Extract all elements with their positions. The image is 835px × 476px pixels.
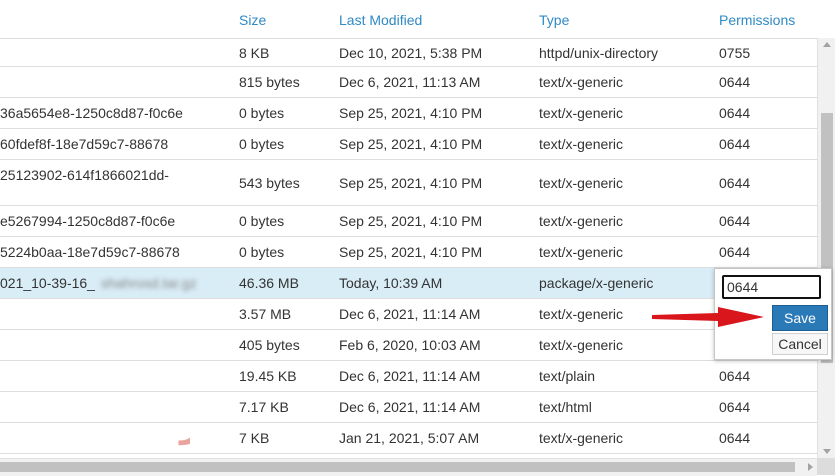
file-size: 8 KB [239,44,270,61]
table-row[interactable]: 25123902-614f1866021dd- 543 bytes Sep 25… [0,160,817,206]
chevron-down-icon[interactable] [823,449,831,454]
cancel-button[interactable]: Cancel [772,333,828,355]
file-type: text/x-generic [539,337,624,353]
permissions-input[interactable] [722,275,821,299]
file-modified: Dec 6, 2021, 11:14 AM [339,399,481,415]
chevron-up-icon[interactable] [823,42,831,47]
file-size: 543 bytes [239,174,300,191]
file-modified: Sep 25, 2021, 4:10 PM [339,105,483,121]
file-permissions[interactable]: 0644 [719,423,750,453]
file-size: 19.45 KB [239,368,297,384]
file-permissions[interactable]: 0644 [719,206,750,236]
file-name [0,299,232,329]
file-size: 7 KB [239,430,270,446]
file-modified: Feb 6, 2020, 10:03 AM [339,337,481,353]
file-modified: Jan 21, 2021, 5:07 AM [339,430,480,446]
file-size: 815 bytes [239,74,300,90]
file-modified: Sep 25, 2021, 4:10 PM [339,213,483,229]
file-type: text/x-generic [539,105,624,121]
file-type: text/x-generic [539,244,624,260]
red-arrow-icon [652,307,764,327]
file-modified: Sep 25, 2021, 4:10 PM [339,136,483,152]
file-modified: Dec 10, 2021, 5:38 PM [339,44,483,61]
file-type: text/x-generic [539,174,624,191]
file-permissions[interactable]: 0644 [719,98,750,128]
file-modified: Today, 10:39 AM [339,275,443,291]
file-type: text/plain [539,368,596,384]
file-permissions[interactable]: 0644 [719,392,750,422]
file-type: text/x-generic [539,430,624,446]
table-row-selected[interactable]: 021_10-39-16_ shahrosd.tar.gz 46.36 MB T… [0,268,817,299]
file-name [0,330,232,360]
table-row[interactable]: 19.45 KB Dec 6, 2021, 11:14 AM text/plai… [0,361,817,392]
file-type: package/x-generic [539,275,654,291]
file-size: 0 bytes [239,213,285,229]
file-type: text/x-generic [539,306,624,322]
file-modified: Dec 6, 2021, 11:14 AM [339,306,481,322]
file-type: text/x-generic [539,136,624,152]
file-table: Size Last Modified Type Permissions 8 KB… [0,0,817,458]
file-size: 405 bytes [239,337,300,353]
file-permissions[interactable]: 0755 [719,39,750,66]
file-name [0,67,232,97]
file-name [0,39,232,66]
file-permissions[interactable]: 0644 [719,129,750,159]
file-size: 3.57 MB [239,306,292,322]
chevron-right-icon[interactable] [808,463,813,471]
table-row[interactable]: e5267994-1250c8d87-f0c6e 0 bytes Sep 25,… [0,206,817,237]
file-modified: Dec 6, 2021, 11:13 AM [339,74,481,90]
table-row[interactable]: 815 bytes Dec 6, 2021, 11:13 AM text/x-g… [0,67,817,98]
file-name: 60fdef8f-18e7d59c7-88678 [0,136,169,152]
file-type: text/html [539,399,592,415]
table-row[interactable]: 36a5654e8-1250c8d87-f0c6e 0 bytes Sep 25… [0,98,817,129]
file-modified: Sep 25, 2021, 4:10 PM [339,244,483,260]
file-type: httpd/unix-directory [539,44,659,61]
file-permissions[interactable]: 0644 [719,237,750,267]
file-type: text/x-generic [539,74,624,90]
file-modified: Dec 6, 2021, 11:14 AM [339,368,481,384]
table-row[interactable]: 5224b0aa-18e7d59c7-88678 0 bytes Sep 25,… [0,237,817,268]
file-permissions[interactable]: 0644 [719,361,750,391]
file-name: 021_10-39-16_ shahrosd.tar.gz [0,268,232,298]
table-header: Size Last Modified Type Permissions [0,0,817,39]
file-permissions[interactable]: 0644 [719,160,750,205]
file-modified: Sep 25, 2021, 4:10 PM [339,174,483,191]
file-permissions[interactable]: 0644 [719,67,750,97]
file-size: 7.17 KB [239,399,289,415]
column-header-last-modified[interactable]: Last Modified [339,12,422,28]
file-size: 0 bytes [239,244,285,260]
file-type: text/x-generic [539,213,624,229]
horizontal-scrollbar[interactable] [0,458,817,476]
vertical-scrollbar[interactable] [817,38,835,458]
save-button[interactable]: Save [772,305,828,331]
file-name [0,361,232,391]
horizontal-scroll-thumb[interactable] [0,462,795,472]
file-name: 5224b0aa-18e7d59c7-88678 [0,244,180,260]
watermark-logo: وب رمز [178,401,190,446]
table-row[interactable]: 60fdef8f-18e7d59c7-88678 0 bytes Sep 25,… [0,129,817,160]
file-name: 25123902-614f1866021dd- [0,167,169,183]
file-size: 0 bytes [239,105,285,121]
column-header-permissions[interactable]: Permissions [719,12,795,28]
table-row[interactable]: 405 bytes Feb 6, 2020, 10:03 AM text/x-g… [0,330,817,361]
column-header-size[interactable]: Size [239,12,266,28]
file-size: 46.36 MB [239,275,299,291]
scrollbar-corner [817,458,835,475]
watermark-text: وب رمز [178,401,190,446]
file-name-visible: 021_10-39-16_ [0,275,95,291]
file-name-blurred: shahrosd.tar.gz [100,275,197,291]
file-name: e5267994-1250c8d87-f0c6e [0,213,176,229]
file-name: 36a5654e8-1250c8d87-f0c6e [0,105,183,121]
file-size: 0 bytes [239,136,285,152]
column-header-type[interactable]: Type [539,12,569,28]
table-row[interactable]: 8 KB Dec 10, 2021, 5:38 PM httpd/unix-di… [0,39,817,67]
